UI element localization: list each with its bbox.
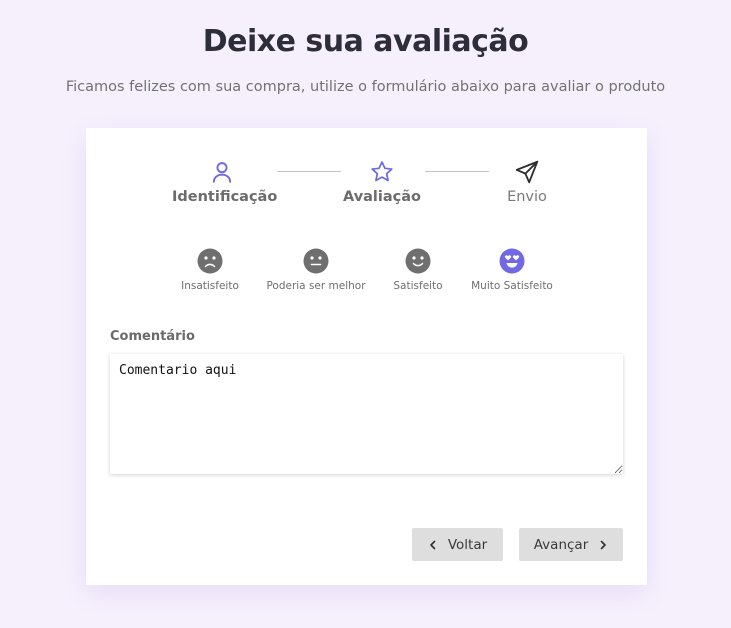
heart-eyes-face-icon bbox=[499, 248, 525, 274]
rating-muito-satisfeito[interactable]: Muito Satisfeito bbox=[466, 248, 558, 292]
step-identificacao: Identificação bbox=[172, 159, 278, 205]
step-envio: Envio bbox=[497, 159, 557, 205]
step-avaliacao: Avaliação bbox=[342, 159, 422, 205]
comment-textarea[interactable]: Comentario aqui bbox=[110, 354, 623, 474]
rating-label: Satisfeito bbox=[393, 280, 443, 292]
sad-face-icon bbox=[197, 248, 223, 274]
rating-label: Insatisfeito bbox=[181, 280, 239, 292]
rating-poderia-ser-melhor[interactable]: Poderia ser melhor bbox=[262, 248, 370, 292]
next-button-label: Avançar bbox=[533, 536, 589, 553]
chevron-left-icon bbox=[430, 540, 436, 549]
step-label: Envio bbox=[507, 189, 547, 205]
step-label: Avaliação bbox=[342, 189, 421, 205]
send-icon bbox=[515, 160, 539, 184]
neutral-face-icon bbox=[303, 248, 329, 274]
rating-satisfeito[interactable]: Satisfeito bbox=[378, 248, 458, 292]
page-subtitle: Ficamos felizes com sua compra, utilize … bbox=[65, 79, 666, 95]
back-button[interactable]: Voltar bbox=[412, 528, 503, 561]
rating-label: Poderia ser melhor bbox=[266, 280, 366, 292]
page-title: Deixe sua avaliação bbox=[202, 24, 529, 59]
next-button[interactable]: Avançar bbox=[519, 528, 623, 561]
rating-label: Muito Satisfeito bbox=[471, 280, 553, 292]
star-icon bbox=[371, 161, 393, 182]
comment-label: Comentário bbox=[110, 329, 195, 344]
step-connector bbox=[425, 171, 489, 172]
step-label: Identificação bbox=[172, 189, 278, 205]
smile-face-icon bbox=[405, 248, 431, 274]
review-card: Identificação Avaliação Envio Insatisfei… bbox=[86, 128, 647, 585]
chevron-right-icon bbox=[600, 540, 607, 549]
user-icon bbox=[212, 162, 232, 183]
step-connector bbox=[277, 171, 341, 172]
back-button-label: Voltar bbox=[447, 536, 488, 553]
rating-insatisfeito[interactable]: Insatisfeito bbox=[170, 248, 250, 292]
